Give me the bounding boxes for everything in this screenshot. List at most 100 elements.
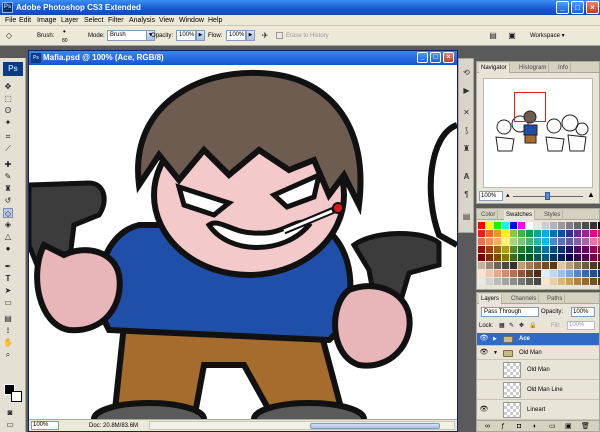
- color-swatch[interactable]: [502, 246, 509, 253]
- color-swatch[interactable]: [502, 222, 509, 229]
- new-group-icon[interactable]: ▭: [549, 421, 556, 432]
- color-swatch[interactable]: [582, 246, 589, 253]
- type-tool-icon[interactable]: T: [3, 274, 13, 284]
- color-swatch[interactable]: [590, 222, 597, 229]
- navigator-zoom-field[interactable]: 100%: [479, 191, 503, 201]
- color-swatch[interactable]: [502, 278, 509, 285]
- color-swatch[interactable]: [510, 238, 517, 245]
- color-swatch[interactable]: [526, 270, 533, 277]
- quick-mask-icon[interactable]: ◙: [5, 408, 15, 418]
- link-layers-icon[interactable]: ∞: [485, 421, 490, 432]
- lock-transparent-icon[interactable]: ▦: [499, 321, 505, 331]
- color-swatch[interactable]: [590, 238, 597, 245]
- color-swatch[interactable]: [494, 270, 501, 277]
- menu-window[interactable]: Window: [179, 16, 204, 25]
- minimize-button[interactable]: _: [556, 1, 569, 14]
- color-swatch[interactable]: [526, 278, 533, 285]
- color-swatch[interactable]: [486, 278, 493, 285]
- color-swatch[interactable]: [478, 270, 485, 277]
- layer-visibility-eye-icon[interactable]: 👁: [479, 334, 489, 344]
- adjustment-layer-icon[interactable]: ◐: [533, 421, 537, 432]
- color-swatch[interactable]: [590, 246, 597, 253]
- color-swatch[interactable]: [534, 278, 541, 285]
- color-swatch[interactable]: [574, 254, 581, 261]
- doc-close-button[interactable]: ×: [443, 52, 454, 63]
- menu-file[interactable]: File: [5, 16, 16, 25]
- color-swatch[interactable]: [566, 278, 573, 285]
- clone-source-icon[interactable]: ♜: [461, 143, 472, 154]
- brush-preview-icon[interactable]: •: [63, 28, 66, 36]
- color-swatch[interactable]: [534, 254, 541, 261]
- opacity-input[interactable]: 100%: [176, 30, 196, 41]
- color-swatch[interactable]: [582, 278, 589, 285]
- zoom-in-icon[interactable]: ▲: [587, 190, 595, 199]
- color-swatch[interactable]: [550, 278, 557, 285]
- lock-image-icon[interactable]: ✎: [509, 321, 514, 331]
- maximize-button[interactable]: □: [571, 1, 584, 14]
- color-swatch[interactable]: [558, 246, 565, 253]
- layer-visibility-eye-icon[interactable]: 👁: [479, 405, 489, 415]
- color-swatch[interactable]: [486, 246, 493, 253]
- color-swatch[interactable]: [574, 222, 581, 229]
- marquee-tool-icon[interactable]: ⬚: [3, 94, 13, 104]
- menu-analysis[interactable]: Analysis: [129, 16, 155, 25]
- color-swatch[interactable]: [558, 254, 565, 261]
- fill-input[interactable]: 100%: [567, 321, 595, 330]
- doc-minimize-button[interactable]: _: [417, 52, 428, 63]
- color-swatch[interactable]: [478, 254, 485, 261]
- menu-filter[interactable]: Filter: [108, 16, 124, 25]
- new-layer-icon[interactable]: ▣: [565, 421, 572, 432]
- eraser-tool-preset-icon[interactable]: ◇: [4, 31, 14, 41]
- color-swatch[interactable]: [574, 238, 581, 245]
- color-swatch[interactable]: [542, 230, 549, 237]
- blur-tool-icon[interactable]: △: [3, 232, 13, 242]
- crop-tool-icon[interactable]: ⌗: [3, 132, 13, 142]
- layer-mask-icon[interactable]: ◘: [517, 421, 521, 432]
- color-swatch[interactable]: [478, 246, 485, 253]
- menu-select[interactable]: Select: [84, 16, 103, 25]
- hand-tool-icon[interactable]: ✋: [3, 338, 13, 348]
- color-swatch[interactable]: [574, 246, 581, 253]
- workspace-menu[interactable]: Workspace ▾: [530, 32, 565, 40]
- color-swatch[interactable]: [494, 238, 501, 245]
- flow-input[interactable]: 100%: [226, 30, 246, 41]
- layer-visibility-empty[interactable]: [479, 385, 489, 395]
- mode-select[interactable]: Brush: [107, 30, 147, 41]
- color-swatch[interactable]: [502, 238, 509, 245]
- layer-row-old-man-line[interactable]: Old Man Line: [477, 381, 599, 400]
- menu-image[interactable]: Image: [37, 16, 56, 25]
- close-button[interactable]: ×: [586, 1, 599, 14]
- paint-bucket-tool-icon[interactable]: ◈: [3, 220, 13, 230]
- color-swatch[interactable]: [526, 246, 533, 253]
- character-panel-icon[interactable]: A: [461, 171, 472, 182]
- color-swatch[interactable]: [558, 262, 565, 269]
- paragraph-panel-icon[interactable]: ¶: [461, 189, 472, 200]
- layers-opacity-input[interactable]: 100%: [571, 307, 595, 317]
- tab-histogram[interactable]: Histogram: [517, 63, 550, 73]
- brushes-palette-icon[interactable]: ▤: [488, 31, 498, 41]
- color-swatch[interactable]: [582, 238, 589, 245]
- color-swatch[interactable]: [510, 254, 517, 261]
- airbrush-icon[interactable]: ✈: [260, 31, 270, 41]
- color-swatch[interactable]: [518, 270, 525, 277]
- color-swatch[interactable]: [526, 238, 533, 245]
- zoom-out-icon[interactable]: ▴: [506, 191, 510, 199]
- color-swatch[interactable]: [518, 246, 525, 253]
- color-swatch[interactable]: [534, 238, 541, 245]
- color-swatch[interactable]: [542, 238, 549, 245]
- color-swatch[interactable]: [566, 270, 573, 277]
- color-swatch[interactable]: [494, 262, 501, 269]
- document-info[interactable]: Doc: 20.8M/83.6M: [89, 422, 138, 430]
- navigator-thumbnail[interactable]: [483, 78, 593, 188]
- color-swatch[interactable]: [502, 262, 509, 269]
- eraser-tool-icon[interactable]: ◇: [3, 208, 13, 218]
- color-swatch[interactable]: [582, 262, 589, 269]
- screen-mode-icon[interactable]: ▭: [5, 420, 15, 430]
- color-swatch[interactable]: [486, 270, 493, 277]
- color-swatch[interactable]: [542, 262, 549, 269]
- color-swatch[interactable]: [486, 230, 493, 237]
- color-swatch[interactable]: [534, 230, 541, 237]
- layer-style-icon[interactable]: ƒ: [501, 421, 505, 432]
- tab-info[interactable]: Info: [556, 63, 572, 73]
- color-swatch[interactable]: [582, 222, 589, 229]
